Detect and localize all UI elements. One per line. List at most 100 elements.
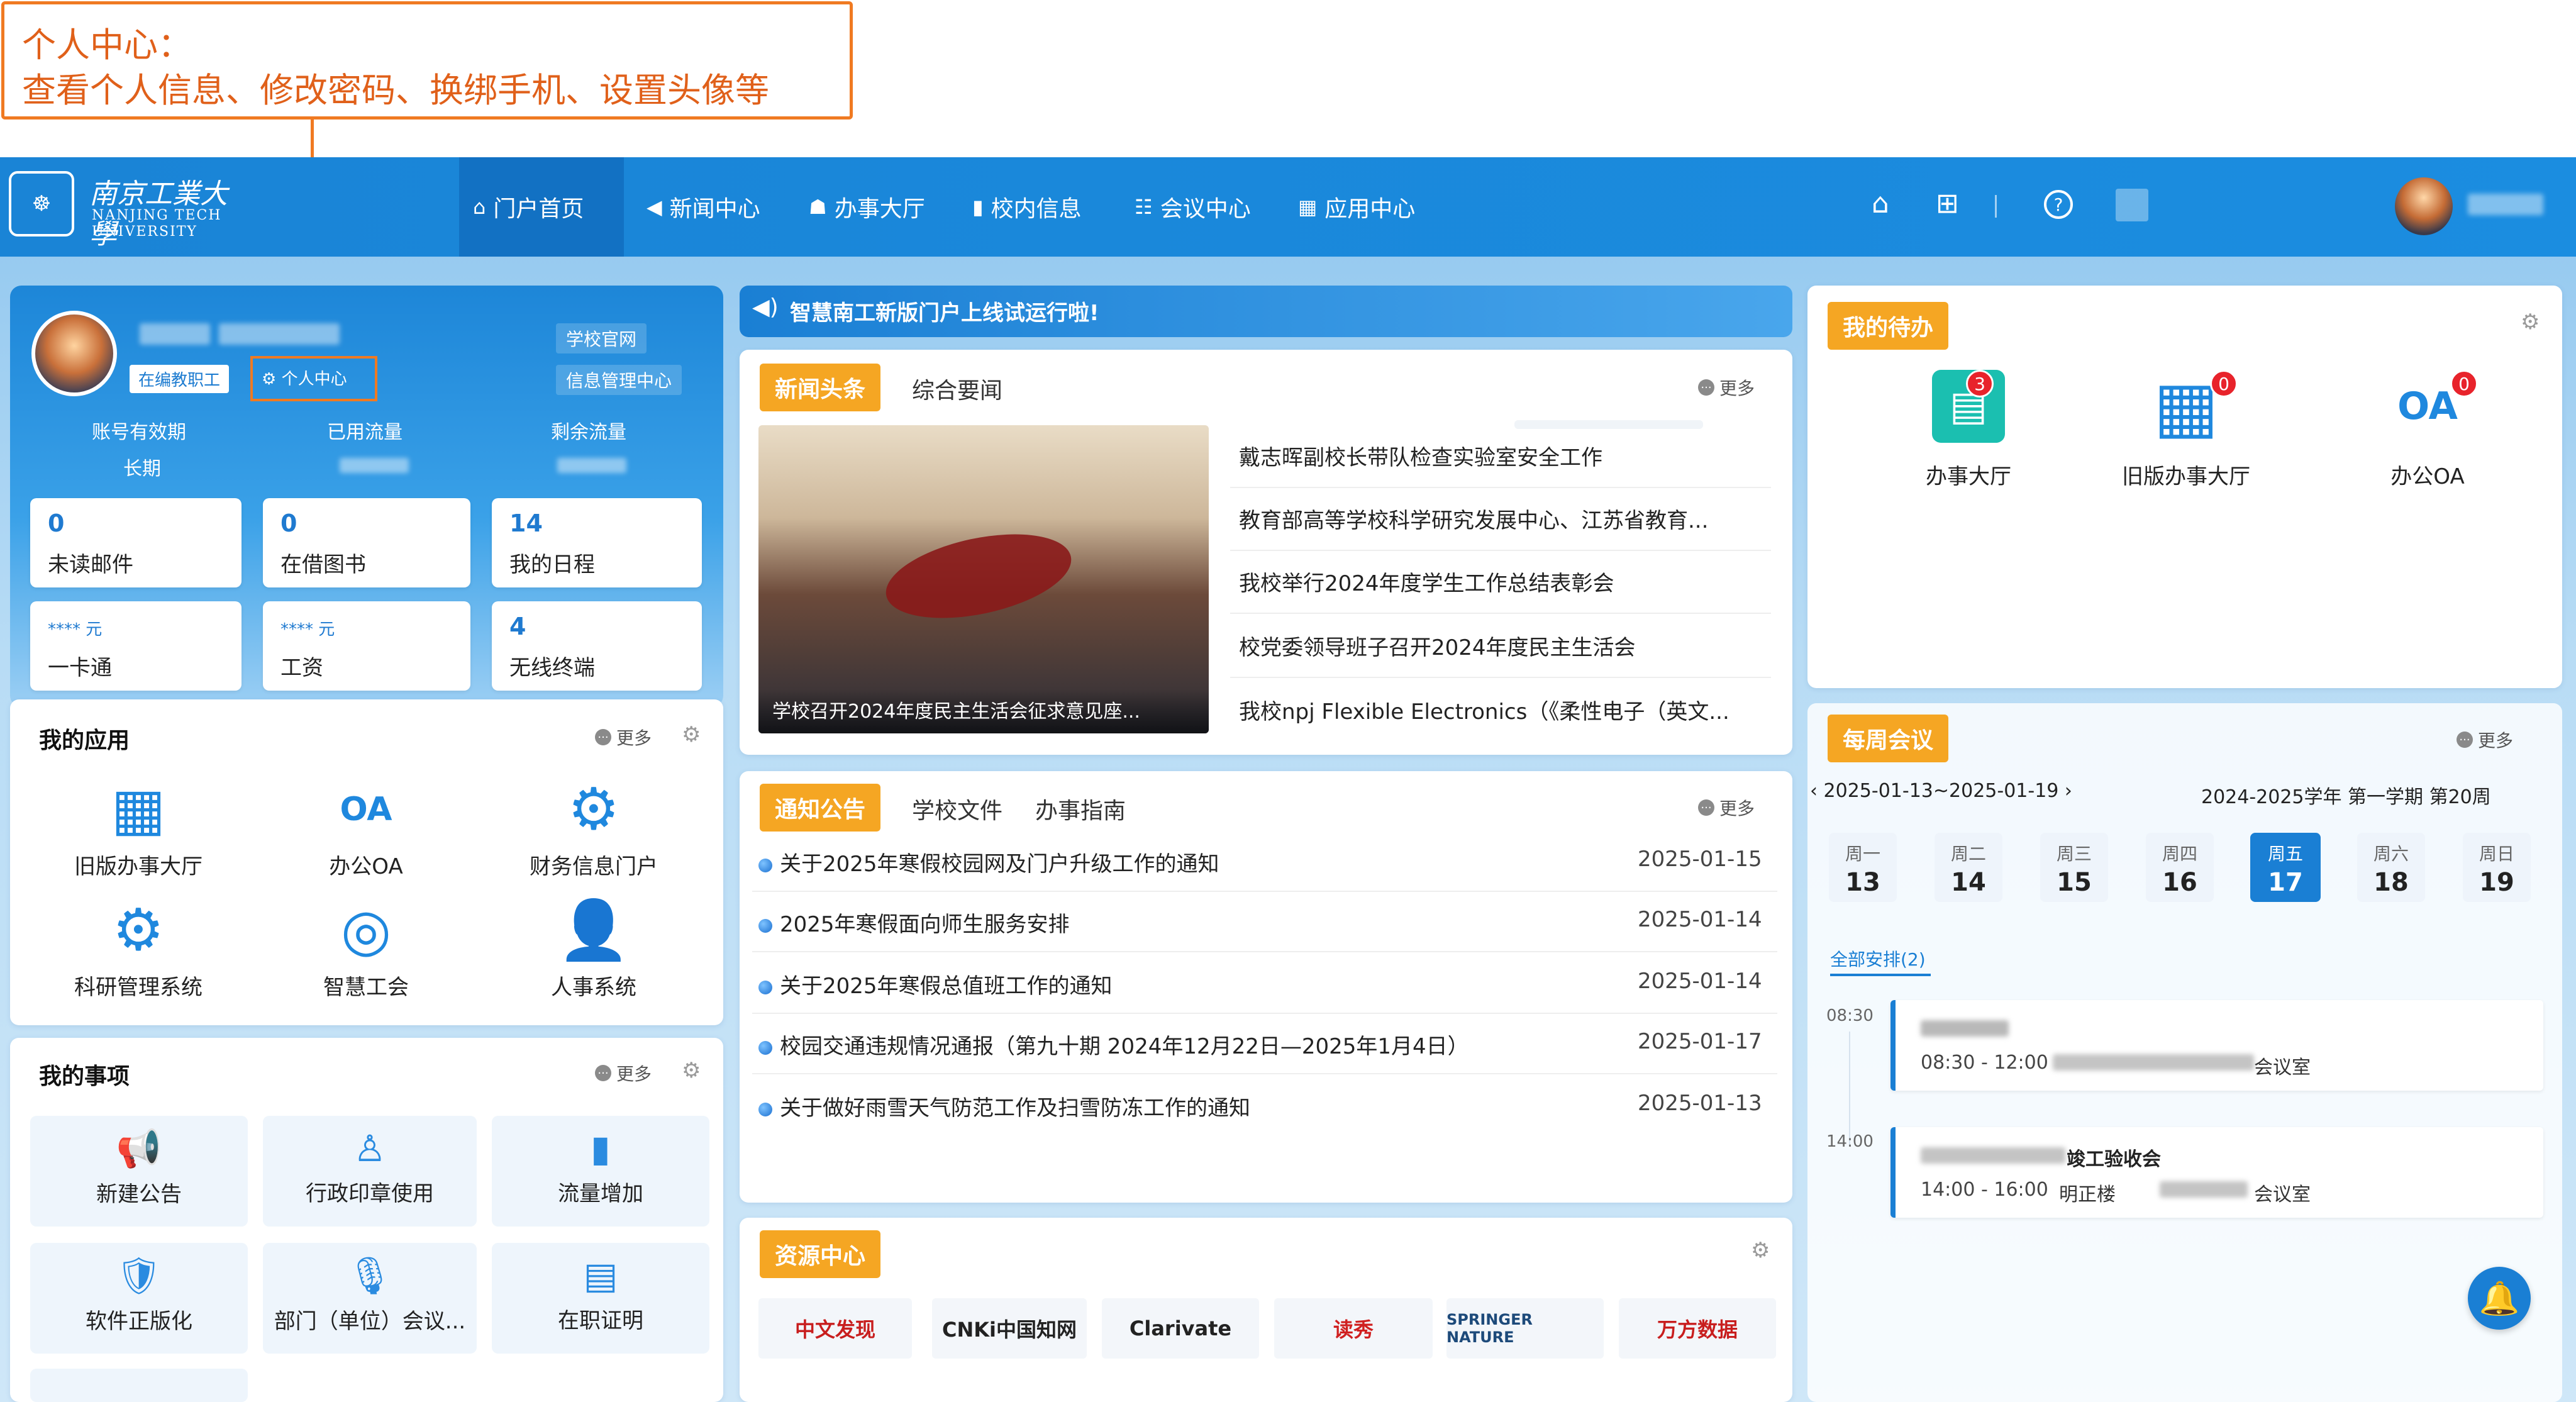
nav-app-center[interactable]: ▦ 应用中心 xyxy=(1284,157,1434,257)
event-location-masked xyxy=(2053,1054,2254,1071)
logo-en-line1: NANJING TECH xyxy=(92,208,222,223)
news-item[interactable]: 校党委领导班子召开2024年度民主生活会 xyxy=(1239,630,1767,661)
bell-icon[interactable]: 🔔 xyxy=(2468,1267,2531,1330)
nav-service-hall[interactable]: ☗ 办事大厅 xyxy=(795,157,945,257)
meeting-event[interactable]: 08:30 - 12:00 会议室 xyxy=(1890,1000,2543,1091)
day-wed[interactable]: 周三 15 xyxy=(2040,833,2108,902)
profile-id-masked xyxy=(219,323,340,345)
gear-icon[interactable]: ⚙ xyxy=(2521,309,2540,335)
tile-my-schedule[interactable]: 14 我的日程 xyxy=(492,498,702,587)
school-website-link[interactable]: 学校官网 xyxy=(556,323,647,353)
tile-label: 未读邮件 xyxy=(48,552,133,577)
meeting-event[interactable]: 竣工验收会 14:00 - 16:00 明正楼 会议室 xyxy=(1890,1127,2543,1218)
gear-icon[interactable]: ⚙ xyxy=(682,722,701,747)
my-apps-more[interactable]: ··· 更多 xyxy=(595,725,652,750)
tile-campus-card[interactable]: **** 元 一卡通 xyxy=(30,601,242,691)
nav-campus-info[interactable]: ▮ 校内信息 xyxy=(958,157,1108,257)
tile-salary[interactable]: **** 元 工资 xyxy=(263,601,470,691)
tab-service-guide[interactable]: 办事指南 xyxy=(1035,793,1126,825)
gear-icon[interactable]: ⚙ xyxy=(1751,1238,1770,1263)
matter-partial-row[interactable] xyxy=(30,1369,248,1402)
tile-wireless-devices[interactable]: 4 无线终端 xyxy=(492,601,702,691)
app-smart-union[interactable]: ◎ 智慧工会 xyxy=(272,896,460,1001)
tab-notices[interactable]: 通知公告 xyxy=(760,784,881,832)
avatar[interactable] xyxy=(2395,177,2453,235)
matter-traffic-increase[interactable]: ▮ 流量增加 xyxy=(492,1116,709,1227)
role-tag: 在编教职工 xyxy=(130,365,230,393)
profile-avatar[interactable] xyxy=(31,311,117,396)
nav-news-center[interactable]: ◀ 新闻中心 xyxy=(633,157,782,257)
app-old-service-hall[interactable]: ▦ 旧版办事大厅 xyxy=(44,775,233,880)
university-logo[interactable]: ☸ 南京工業大學 NANJING TECH UNIVERSITY xyxy=(9,169,235,250)
news-item[interactable]: 教育部高等学校科学研究发展中心、江苏省教育... xyxy=(1239,503,1767,534)
day-mon[interactable]: 周一 13 xyxy=(1829,833,1897,902)
meetings-more[interactable]: ··· 更多 xyxy=(2457,727,2513,752)
event-time-range: 08:30 - 12:00 xyxy=(1921,1052,2048,1074)
matter-department-meeting[interactable]: 🎙 部门（单位）会议... xyxy=(263,1243,477,1354)
notice-item[interactable]: 校园交通违规情况通报（第九十期 2024年12月22日—2025年1月4日） xyxy=(758,1029,1469,1060)
my-matters-more[interactable]: ··· 更多 xyxy=(595,1060,652,1086)
chevron-right-icon[interactable]: › xyxy=(2065,780,2072,802)
tile-value: 4 xyxy=(509,613,526,640)
notice-item[interactable]: 关于做好雨雪天气防范工作及扫雪防冻工作的通知 xyxy=(758,1091,1250,1121)
chevron-left-icon[interactable]: ‹ xyxy=(1810,780,1818,802)
matter-employment-proof[interactable]: ▤ 在职证明 xyxy=(492,1243,709,1354)
tab-school-documents[interactable]: 学校文件 xyxy=(912,793,1002,825)
help-icon[interactable]: ? xyxy=(2044,190,2073,219)
resource-duxiu[interactable]: 读秀 xyxy=(1274,1298,1433,1359)
tile-borrowed-books[interactable]: 0 在借图书 xyxy=(263,498,470,587)
news-item[interactable]: 戴志晖副校长带队检查实验室安全工作 xyxy=(1239,440,1767,471)
notice-item[interactable]: 关于2025年寒假校园网及门户升级工作的通知 xyxy=(758,847,1219,877)
resource-clarivate[interactable]: Clarivate xyxy=(1102,1298,1259,1359)
divider xyxy=(752,891,1777,892)
notice-item[interactable]: 2025年寒假面向师生服务安排 xyxy=(758,907,1070,938)
nav-portal-home[interactable]: ⌂ 门户首页 xyxy=(459,157,624,257)
grid-icon[interactable]: ⊞ xyxy=(1936,187,1959,220)
user-name-masked[interactable] xyxy=(2468,194,2543,215)
notification-placeholder[interactable] xyxy=(2116,189,2148,221)
matter-new-notice[interactable]: 📢 新建公告 xyxy=(30,1116,248,1227)
week-range-selector[interactable]: ‹ 2025-01-13~2025-01-19 › xyxy=(1810,780,2072,802)
notices-more[interactable]: ··· 更多 xyxy=(1698,795,1755,820)
tile-unread-mail[interactable]: 0 未读邮件 xyxy=(30,498,242,587)
news-item[interactable]: 我校npj Flexible Electronics（《柔性电子（英文... xyxy=(1239,694,1767,725)
todo-office-oa[interactable]: OA 办公OA xyxy=(2352,370,2503,490)
info-center-link[interactable]: 信息管理中心 xyxy=(556,365,682,395)
day-thu[interactable]: 周四 16 xyxy=(2146,833,2214,902)
divider xyxy=(752,1013,1777,1014)
account-validity-label: 账号有效期 xyxy=(92,421,186,443)
resource-cnki[interactable]: CNKi中国知网 xyxy=(932,1298,1087,1359)
matter-genuine-software[interactable]: 🛡 软件正版化 xyxy=(30,1243,248,1354)
personal-center-link[interactable]: ⚙ 个人中心 xyxy=(262,366,347,389)
tile-label: 工资 xyxy=(280,655,323,681)
matter-seal-use[interactable]: ♙ 行政印章使用 xyxy=(263,1116,477,1227)
all-schedule-tab[interactable]: 全部安排(2) xyxy=(1830,946,1926,971)
tab-general-news[interactable]: 综合要闻 xyxy=(912,372,1002,405)
notice-item[interactable]: 关于2025年寒假总值班工作的通知 xyxy=(758,969,1113,999)
app-hr-system[interactable]: 👤 人事系统 xyxy=(499,896,688,1001)
news-item[interactable]: 我校举行2024年度学生工作总结表彰会 xyxy=(1239,566,1767,597)
news-photo[interactable]: 学校召开2024年度民主生活会征求意见座... xyxy=(758,425,1209,733)
more-icon: ··· xyxy=(1698,799,1714,816)
day-tue[interactable]: 周二 14 xyxy=(1935,833,2002,902)
more-icon: ··· xyxy=(595,1065,611,1081)
notice-date: 2025-01-14 xyxy=(1638,969,1762,994)
home-icon[interactable]: ⌂ xyxy=(1872,187,1889,220)
news-more[interactable]: ··· 更多 xyxy=(1698,375,1755,400)
day-fri-selected[interactable]: 周五 17 xyxy=(2250,833,2321,902)
day-sun[interactable]: 周日 19 xyxy=(2463,833,2531,902)
resource-wanfang[interactable]: 万方数据 xyxy=(1619,1298,1776,1359)
day-sat[interactable]: 周六 18 xyxy=(2357,833,2425,902)
resource-chinese-discovery[interactable]: 中文发现 xyxy=(758,1298,912,1359)
gear-icon[interactable]: ⚙ xyxy=(682,1058,701,1083)
document-icon: ▮ xyxy=(972,195,984,219)
nav-meeting-center[interactable]: ☷ 会议中心 xyxy=(1121,157,1270,257)
todo-name: 办公OA xyxy=(2390,464,2465,489)
tile-value: **** 元 xyxy=(48,620,103,639)
resource-springer-nature[interactable]: SPRINGER NATURE xyxy=(1446,1298,1604,1359)
todo-old-service-hall[interactable]: ▦ 旧版办事大厅 xyxy=(2111,370,2262,490)
tab-news-headlines[interactable]: 新闻头条 xyxy=(760,364,881,411)
app-research-management[interactable]: ⚙ 科研管理系统 xyxy=(44,896,233,1001)
app-office-oa[interactable]: OA 办公OA xyxy=(272,775,460,880)
app-finance-portal[interactable]: ⚙ 财务信息门户 xyxy=(499,775,688,880)
